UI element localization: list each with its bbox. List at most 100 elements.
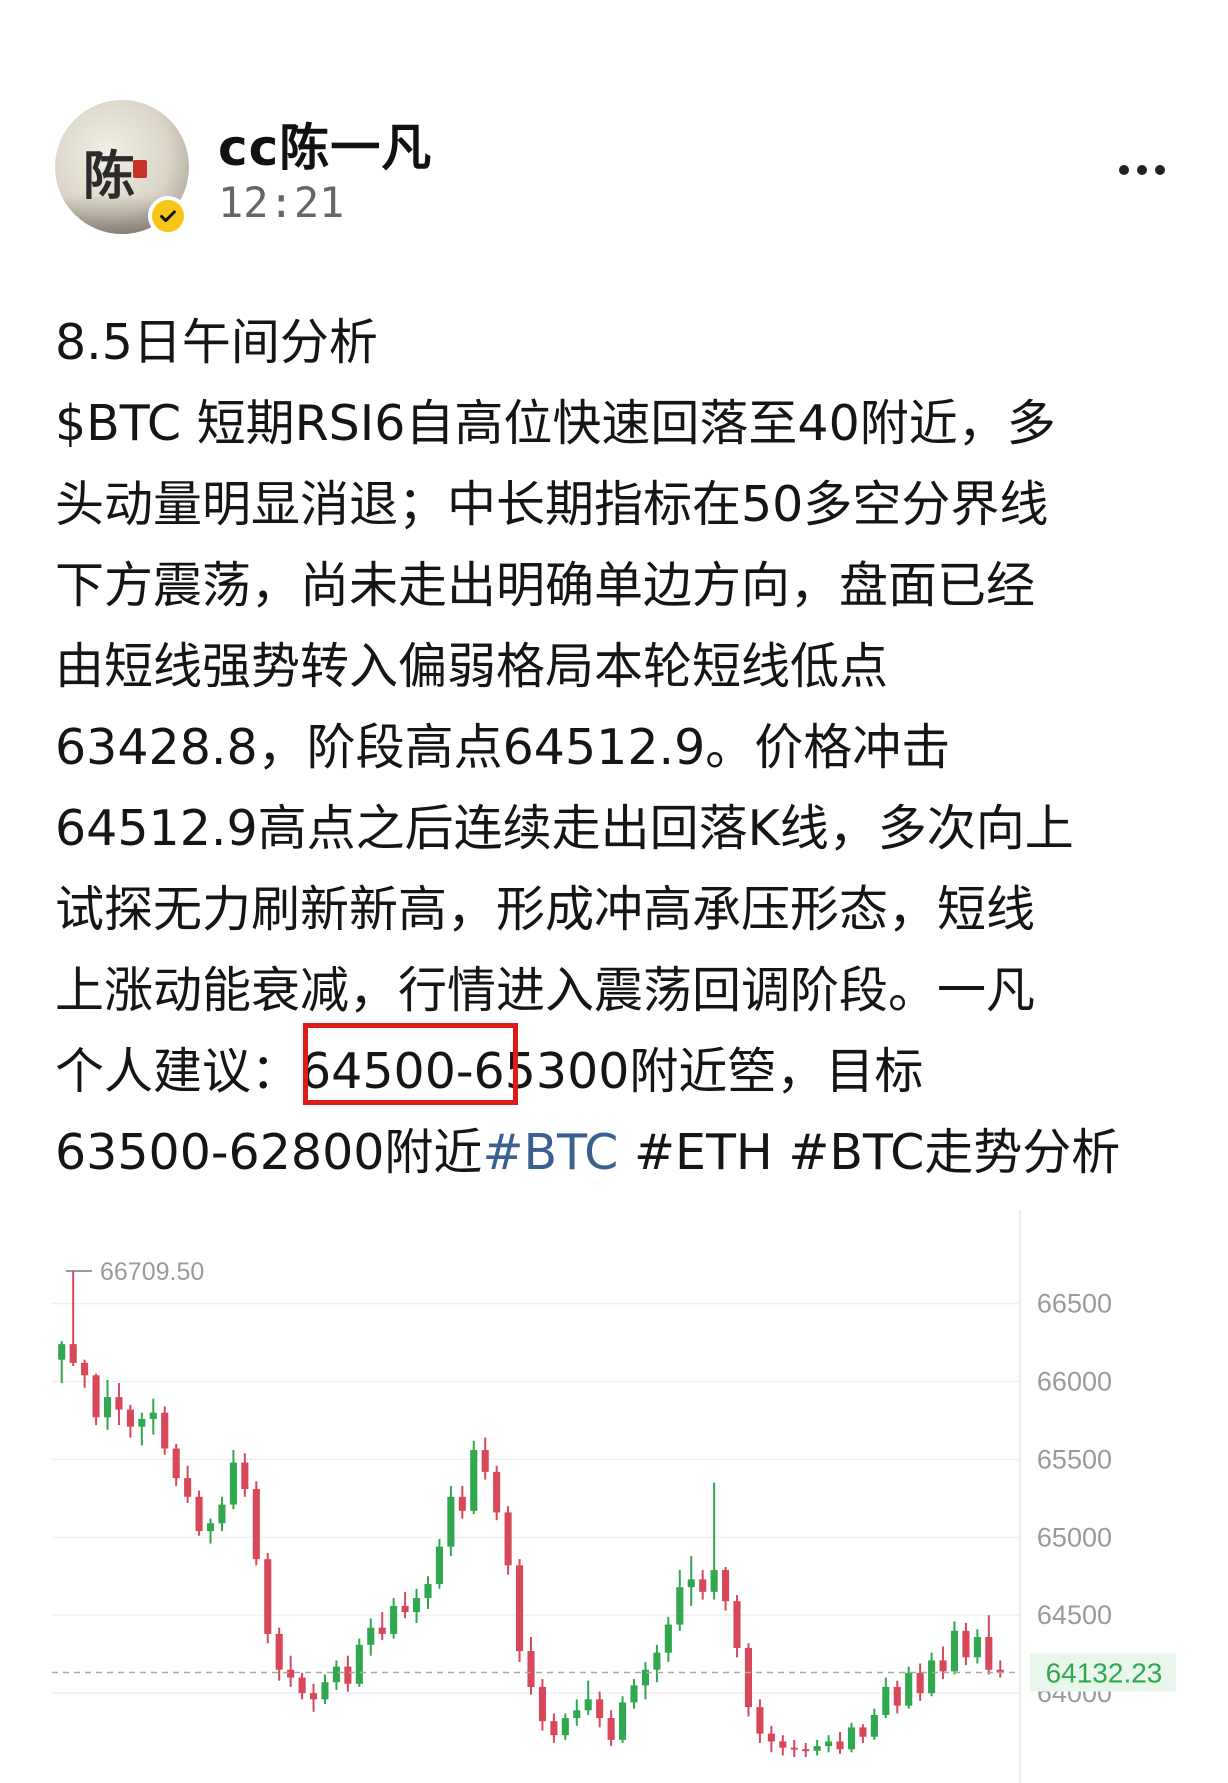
candle-body: [882, 1686, 890, 1715]
candle-body: [676, 1587, 684, 1625]
candle-body: [264, 1559, 272, 1634]
y-tick-label: 65500: [1037, 1444, 1112, 1474]
candle-body: [81, 1362, 89, 1376]
candle-body: [527, 1651, 535, 1687]
post-line: 由短线强势转入偏弱格局本轮短线低点: [55, 638, 889, 695]
candle-body: [859, 1727, 867, 1737]
candle-body: [561, 1718, 569, 1736]
candle-body: [870, 1714, 878, 1737]
candle-body: [664, 1624, 672, 1653]
candle-body: [184, 1478, 192, 1497]
highlight-box: [303, 1023, 518, 1105]
candle-body: [790, 1747, 798, 1750]
candle-body: [950, 1630, 959, 1672]
candle-body: [653, 1652, 661, 1670]
candle-body: [756, 1707, 764, 1734]
candle-body: [813, 1746, 821, 1751]
post-line: 下方震荡，尚未走出明确单边方向，盘面已经: [55, 557, 1036, 614]
candle-body: [252, 1489, 260, 1560]
verified-check-icon: [148, 196, 188, 236]
candle-body: [596, 1699, 604, 1719]
candle-body: [424, 1584, 432, 1599]
y-tick-label: 65000: [1037, 1522, 1112, 1552]
candle-body: [355, 1644, 363, 1684]
candle-body: [115, 1397, 123, 1410]
candle-body: [630, 1685, 638, 1703]
candle-body: [481, 1450, 489, 1472]
candle-body: [710, 1570, 718, 1592]
candle-body: [229, 1462, 237, 1505]
post-line-suggestion: 个人建议：64500-65300附近箜，目标: [55, 1043, 924, 1100]
post-line: 上涨动能衰减，行情进入震荡回调阶段。一凡: [55, 962, 1036, 1019]
post-line: 头动量明显消退；中长期指标在50多空分界线: [55, 476, 1049, 533]
candle-body: [538, 1686, 546, 1722]
candle-body: [619, 1702, 627, 1740]
candle-body: [447, 1496, 455, 1547]
candle-body: [847, 1727, 856, 1750]
candle-body: [962, 1630, 970, 1658]
candle-body: [287, 1669, 295, 1678]
username[interactable]: cc陈一凡: [218, 108, 432, 180]
post-line: 64512.9高点之后连续走出回落K线，多次向上: [55, 800, 1074, 857]
candle-body: [103, 1397, 112, 1418]
y-tick-label: 66500: [1037, 1289, 1112, 1319]
candle-body: [836, 1741, 844, 1750]
hashtag-btc-trend[interactable]: #BTC走势分析: [788, 1124, 1120, 1181]
avatar-glyph: 陈: [83, 146, 136, 207]
post-body: 8.5日午间分析 $BTC 短期RSI6自高位快速回落至40附近，多 头动量明显…: [55, 302, 1175, 1193]
high-price-label: 66709.50: [100, 1258, 204, 1286]
candle-body: [149, 1412, 157, 1419]
post-line: $BTC 短期RSI6自高位快速回落至40附近，多: [55, 395, 1056, 452]
post-header: 陈 cc陈一凡 12:21: [0, 0, 1228, 260]
post-line-target: 63500-62800附近#BTC #ETH #BTC走势分析: [55, 1112, 1175, 1193]
last-price-label: 64132.23: [1046, 1658, 1163, 1689]
candle-body: [825, 1741, 833, 1747]
candle-body: [58, 1344, 66, 1360]
candle-body: [607, 1718, 615, 1740]
candle-body: [584, 1699, 592, 1711]
candle-body: [195, 1496, 203, 1532]
candle-body: [516, 1565, 524, 1652]
candle-body: [470, 1450, 478, 1511]
y-tick-label: 64500: [1037, 1600, 1112, 1630]
candle-body: [916, 1672, 924, 1694]
candle-body: [69, 1344, 77, 1363]
candle-body: [493, 1471, 501, 1513]
candle-body: [550, 1721, 558, 1736]
avatar-seal: [133, 160, 147, 178]
candle-body: [722, 1570, 730, 1602]
candle-body: [161, 1412, 169, 1449]
candle-body: [573, 1710, 581, 1719]
candle-body: [321, 1682, 329, 1700]
post-title: 8.5日午间分析: [55, 314, 378, 371]
candle-body: [126, 1409, 134, 1427]
y-tick-label: 66000: [1037, 1367, 1112, 1397]
candle-body: [390, 1605, 398, 1634]
post-line: 63428.8，阶段高点64512.9。价格冲击: [55, 719, 951, 776]
candle-body: [928, 1660, 936, 1694]
candle-body: [298, 1677, 306, 1694]
candle-body: [412, 1598, 421, 1613]
candle-body: [241, 1462, 249, 1490]
candle-body: [905, 1672, 913, 1706]
candle-body: [893, 1686, 901, 1706]
candle-body: [985, 1637, 993, 1670]
candle-body: [344, 1666, 352, 1684]
post-time: 12:21: [218, 178, 345, 227]
candle-body: [767, 1733, 775, 1742]
candle-body: [973, 1637, 981, 1658]
candle-body: [687, 1579, 695, 1588]
hashtag-eth[interactable]: #ETH: [634, 1124, 773, 1181]
post-line: 试探无力刷新新高，形成冲高承压形态，短线: [55, 881, 1036, 938]
candle-body: [92, 1375, 100, 1418]
more-options-icon[interactable]: [1112, 150, 1172, 190]
candle-body: [504, 1512, 512, 1566]
candle-body: [699, 1579, 707, 1592]
candle-body: [275, 1633, 283, 1670]
candle-body: [733, 1601, 741, 1648]
hashtag-btc[interactable]: #BTC: [482, 1124, 618, 1181]
candlestick-chart[interactable]: 66500660006550065000645006400066709.5064…: [52, 1210, 1176, 1783]
candle-body: [458, 1496, 466, 1511]
candle-body: [218, 1504, 226, 1524]
candle-body: [435, 1546, 443, 1585]
